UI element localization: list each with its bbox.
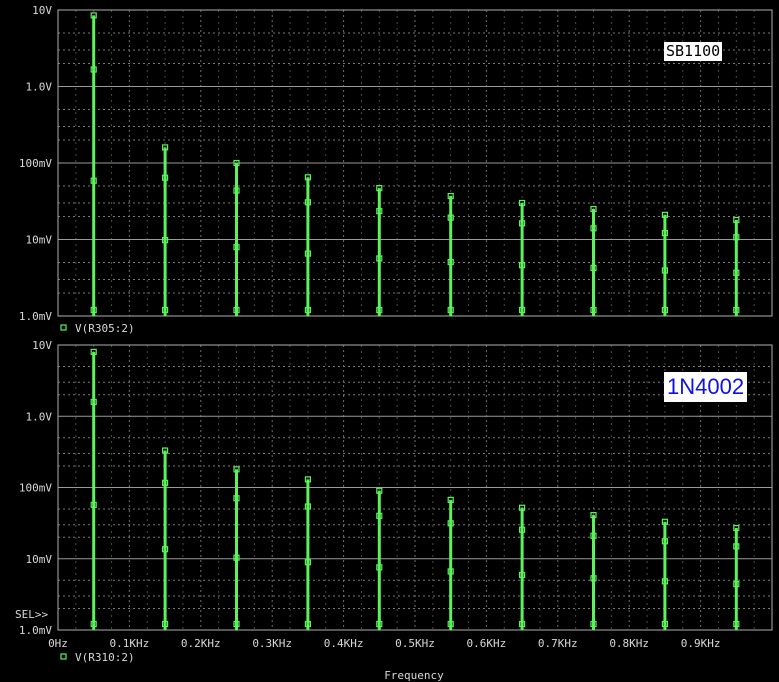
plot-title-1n4002: 1N4002 <box>664 372 748 402</box>
y-tick-label: 1.0mV <box>19 624 52 637</box>
y-tick-label: 10V <box>32 339 52 352</box>
x-tick-label: 0.2KHz <box>181 637 221 650</box>
plot-title-sb1100: SB1100 <box>664 42 723 61</box>
y-tick-label: 10mV <box>26 553 53 566</box>
x-tick-label: 0.5KHz <box>395 637 435 650</box>
x-tick-label: 0.6KHz <box>467 637 507 650</box>
x-tick-label: 0.7KHz <box>538 637 578 650</box>
x-tick-label: 0.8KHz <box>609 637 649 650</box>
legend-label[interactable]: V(R310:2) <box>75 651 135 664</box>
y-tick-label: 10V <box>32 4 52 17</box>
x-tick-label: 0.9KHz <box>681 637 721 650</box>
x-tick-label: 0Hz <box>48 637 68 650</box>
waveform-display: 10V 1.0V 100mV 10mV 1.0mV V(R305:2) 10V 1.0V 10… <box>0 0 779 682</box>
x-tick-label: 0.4KHz <box>324 637 364 650</box>
x-axis-title: Frequency <box>384 669 444 682</box>
y-tick-label: 1.0mV <box>19 310 52 323</box>
legend-label[interactable]: V(R305:2) <box>75 322 135 335</box>
y-tick-label: 100mV <box>19 157 52 170</box>
y-tick-label: 10mV <box>26 234 53 247</box>
x-tick-label: 0.3KHz <box>252 637 292 650</box>
y-tick-label: 100mV <box>19 482 52 495</box>
y-tick-label: 1.0V <box>26 410 53 423</box>
y-tick-label: 1.0V <box>26 81 53 94</box>
sel-marker[interactable]: SEL>> <box>15 608 48 621</box>
x-tick-label: 0.1KHz <box>110 637 150 650</box>
